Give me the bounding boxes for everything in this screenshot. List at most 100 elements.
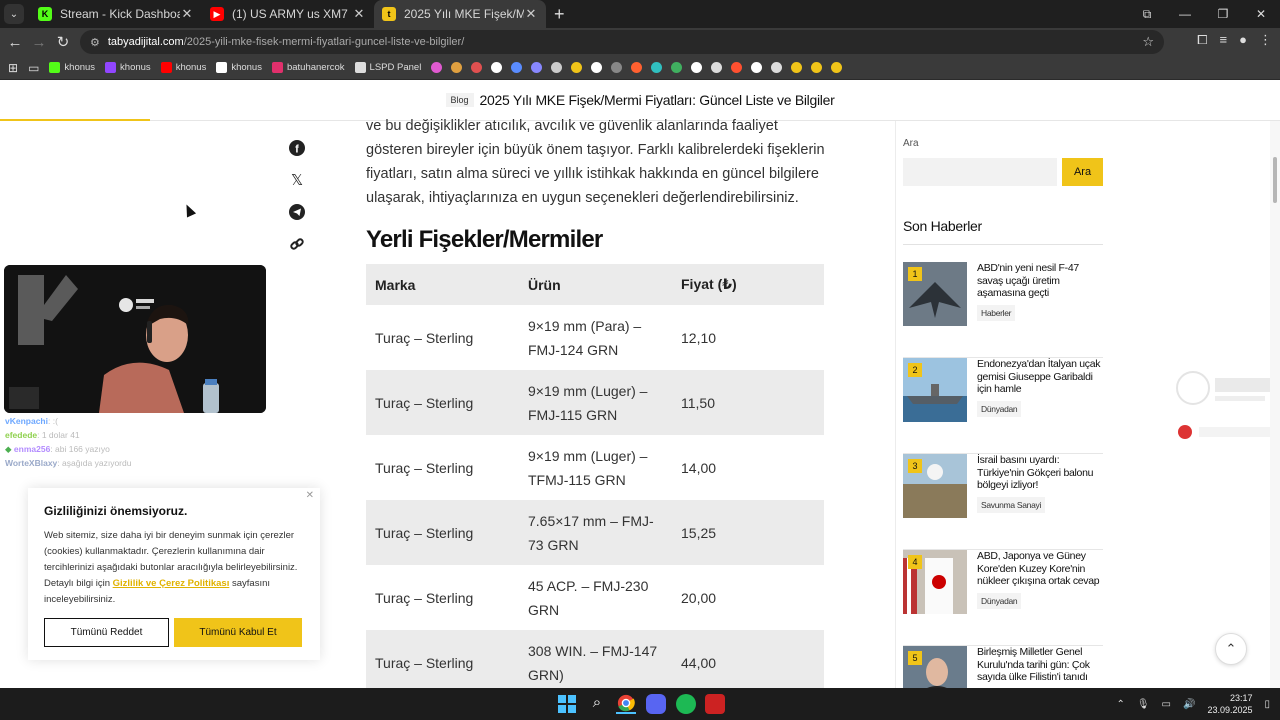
menu-icon[interactable]: ⋮ xyxy=(1259,32,1272,48)
divider xyxy=(903,244,1103,245)
microphone-icon[interactable]: 🎙 xyxy=(1137,699,1150,710)
maximize-button[interactable]: ❐ xyxy=(1204,0,1242,28)
chrome-icon[interactable] xyxy=(616,694,636,714)
clock[interactable]: 23:17 23.09.2025 xyxy=(1207,692,1252,716)
bookmark-favicon[interactable] xyxy=(451,62,463,73)
scrollbar-thumb[interactable] xyxy=(1273,157,1277,203)
bookmark-item[interactable]: khonus xyxy=(160,62,206,73)
forward-icon[interactable]: → xyxy=(27,34,51,51)
bookmark-favicon[interactable] xyxy=(831,62,843,73)
bookmark-item[interactable]: khonus xyxy=(216,62,262,73)
restore-tabs-icon[interactable]: ⧉ xyxy=(1128,0,1166,28)
accept-all-button[interactable]: Tümünü Kabul Et xyxy=(174,618,302,647)
category-tag[interactable]: Blog xyxy=(445,93,474,107)
folder-icon[interactable]: ▭ xyxy=(28,61,39,75)
news-category[interactable]: Dünyadan xyxy=(977,400,1022,417)
minimize-button[interactable]: — xyxy=(1166,0,1204,28)
bookmark-favicon[interactable] xyxy=(771,62,783,73)
news-title[interactable]: ABD'nin yeni nesil F-47 savaş uçağı üret… xyxy=(977,262,1105,300)
news-category[interactable]: Dünyadan xyxy=(977,592,1022,609)
search-icon[interactable]: ⌕ xyxy=(587,694,607,714)
news-title[interactable]: İsrail basını uyardı: Türkiye'nin Gökçer… xyxy=(977,454,1105,492)
close-icon[interactable]: ✕ xyxy=(180,6,194,22)
volume-icon[interactable]: 🔊 xyxy=(1183,699,1195,710)
news-title[interactable]: Birleşmiş Milletler Genel Kurulu'nda tar… xyxy=(977,646,1105,684)
tab-article[interactable]: t 2025 Yılı MKE Fişek/Mermi Fiyat ✕ xyxy=(374,0,546,28)
spotify-icon[interactable] xyxy=(676,694,696,714)
bookmark-favicon[interactable] xyxy=(591,62,603,73)
bookmark-favicon[interactable] xyxy=(651,62,663,73)
bookmark-favicon[interactable] xyxy=(691,62,703,73)
app-icon[interactable] xyxy=(705,694,725,714)
bookmark-favicon[interactable] xyxy=(671,62,683,73)
reading-list-icon[interactable]: ≡ xyxy=(1220,32,1228,48)
bookmark-favicon[interactable] xyxy=(571,62,583,73)
bookmark-favicon[interactable] xyxy=(611,62,623,73)
bookmark-favicon[interactable] xyxy=(791,62,803,73)
apps-icon[interactable]: ⊞ xyxy=(8,61,18,75)
bookmark-favicon[interactable] xyxy=(811,62,823,73)
discord-icon[interactable] xyxy=(646,694,666,714)
news-item[interactable]: 1 ABD'nin yeni nesil F-47 savaş uçağı ür… xyxy=(903,262,1103,358)
facebook-icon[interactable]: f xyxy=(287,138,307,158)
copy-link-icon[interactable] xyxy=(287,234,307,254)
url-path: /2025-yili-mke-fisek-mermi-fiyatlari-gun… xyxy=(183,36,465,48)
news-title[interactable]: ABD, Japonya ve Güney Kore'den Kuzey Kor… xyxy=(977,550,1105,588)
network-icon[interactable]: ▭ xyxy=(1162,699,1171,710)
tab-search-button[interactable]: ⌄ xyxy=(4,4,24,24)
table-row: Turaç – Sterling 9×19 mm (Para) – FMJ-12… xyxy=(366,305,824,370)
news-category[interactable]: Haberler xyxy=(977,304,1016,321)
back-to-top-button[interactable]: ⌃ xyxy=(1215,633,1247,665)
x-twitter-icon[interactable]: 𝕏 xyxy=(287,170,307,190)
news-item[interactable]: 2 Endonezya'dan İtalyan uçak gemisi Gius… xyxy=(903,358,1103,454)
bookmark-favicon[interactable] xyxy=(711,62,723,73)
bookmark-favicon[interactable] xyxy=(751,62,763,73)
bookmark-favicon[interactable] xyxy=(431,62,443,73)
bookmark-favicon[interactable] xyxy=(491,62,503,73)
bookmark-star-icon[interactable]: ☆ xyxy=(1142,34,1154,50)
extensions-icon[interactable]: ⧠ xyxy=(1197,32,1207,48)
close-icon[interactable]: ✕ xyxy=(352,6,366,22)
close-icon[interactable]: ✕ xyxy=(306,490,314,501)
news-title[interactable]: Endonezya'dan İtalyan uçak gemisi Giusep… xyxy=(977,358,1105,396)
tab-title: (1) US ARMY us XM7 Rifle / NG xyxy=(232,7,352,21)
bookmark-item[interactable]: batuhanercok xyxy=(271,62,345,73)
start-icon[interactable] xyxy=(557,694,577,714)
news-item[interactable]: 5 Birleşmiş Milletler Genel Kurulu'nda t… xyxy=(903,646,1103,688)
reload-icon[interactable]: ↻ xyxy=(51,33,75,51)
news-item[interactable]: 4 ABD, Japonya ve Güney Kore'den Kuzey K… xyxy=(903,550,1103,646)
reject-all-button[interactable]: Tümünü Reddet xyxy=(44,618,169,647)
table-cell: 14,00 xyxy=(681,459,717,476)
news-item[interactable]: 3 İsrail basını uyardı: Türkiye'nin Gökç… xyxy=(903,454,1103,550)
close-icon[interactable]: ✕ xyxy=(524,6,538,22)
bookmark-favicon[interactable] xyxy=(551,62,563,73)
bookmark-item[interactable]: khonus xyxy=(49,62,95,73)
notification-icon[interactable]: ▯ xyxy=(1264,699,1270,710)
clock-date: 23.09.2025 xyxy=(1207,705,1253,715)
new-tab-button[interactable]: + xyxy=(554,4,565,25)
back-icon[interactable]: ← xyxy=(3,34,27,51)
bookmark-item[interactable]: khonus xyxy=(105,62,151,73)
telegram-icon[interactable] xyxy=(287,202,307,222)
url-domain: tabyadijital.com xyxy=(107,36,184,48)
close-window-button[interactable]: ✕ xyxy=(1242,0,1280,28)
profile-avatar[interactable]: ● xyxy=(1239,32,1247,48)
bookmark-favicon[interactable] xyxy=(471,62,483,73)
page-scrollbar[interactable] xyxy=(1270,121,1280,688)
bookmark-favicon[interactable] xyxy=(731,62,743,73)
table-header-row: Marka Ürün Fiyat (₺) xyxy=(366,264,824,305)
bookmark-favicon[interactable] xyxy=(511,62,523,73)
tab-youtube[interactable]: ▶ (1) US ARMY us XM7 Rifle / NG ✕ xyxy=(202,0,374,28)
bookmark-favicon[interactable] xyxy=(531,62,543,73)
search-button[interactable]: Ara xyxy=(1062,158,1103,186)
site-info-icon[interactable]: ⚙ xyxy=(90,36,100,49)
url-input[interactable]: ⚙ tabyadijital.com/2025-yili-mke-fisek-m… xyxy=(80,30,1164,54)
news-category[interactable]: Savunma Sanayi xyxy=(977,496,1046,513)
bookmark-favicon[interactable] xyxy=(631,62,643,73)
tab-kick[interactable]: K Stream - Kick Dashboard ✕ xyxy=(30,0,202,28)
article-content: ve bu değişiklikler atıcılık, avcılık ve… xyxy=(366,114,826,688)
bookmark-item[interactable]: LSPD Panel xyxy=(354,62,421,73)
chevron-up-icon[interactable]: ⌃ xyxy=(1116,699,1124,710)
search-input[interactable] xyxy=(903,158,1057,186)
privacy-policy-link[interactable]: Gizlilik ve Çerez Politikası xyxy=(113,578,230,589)
